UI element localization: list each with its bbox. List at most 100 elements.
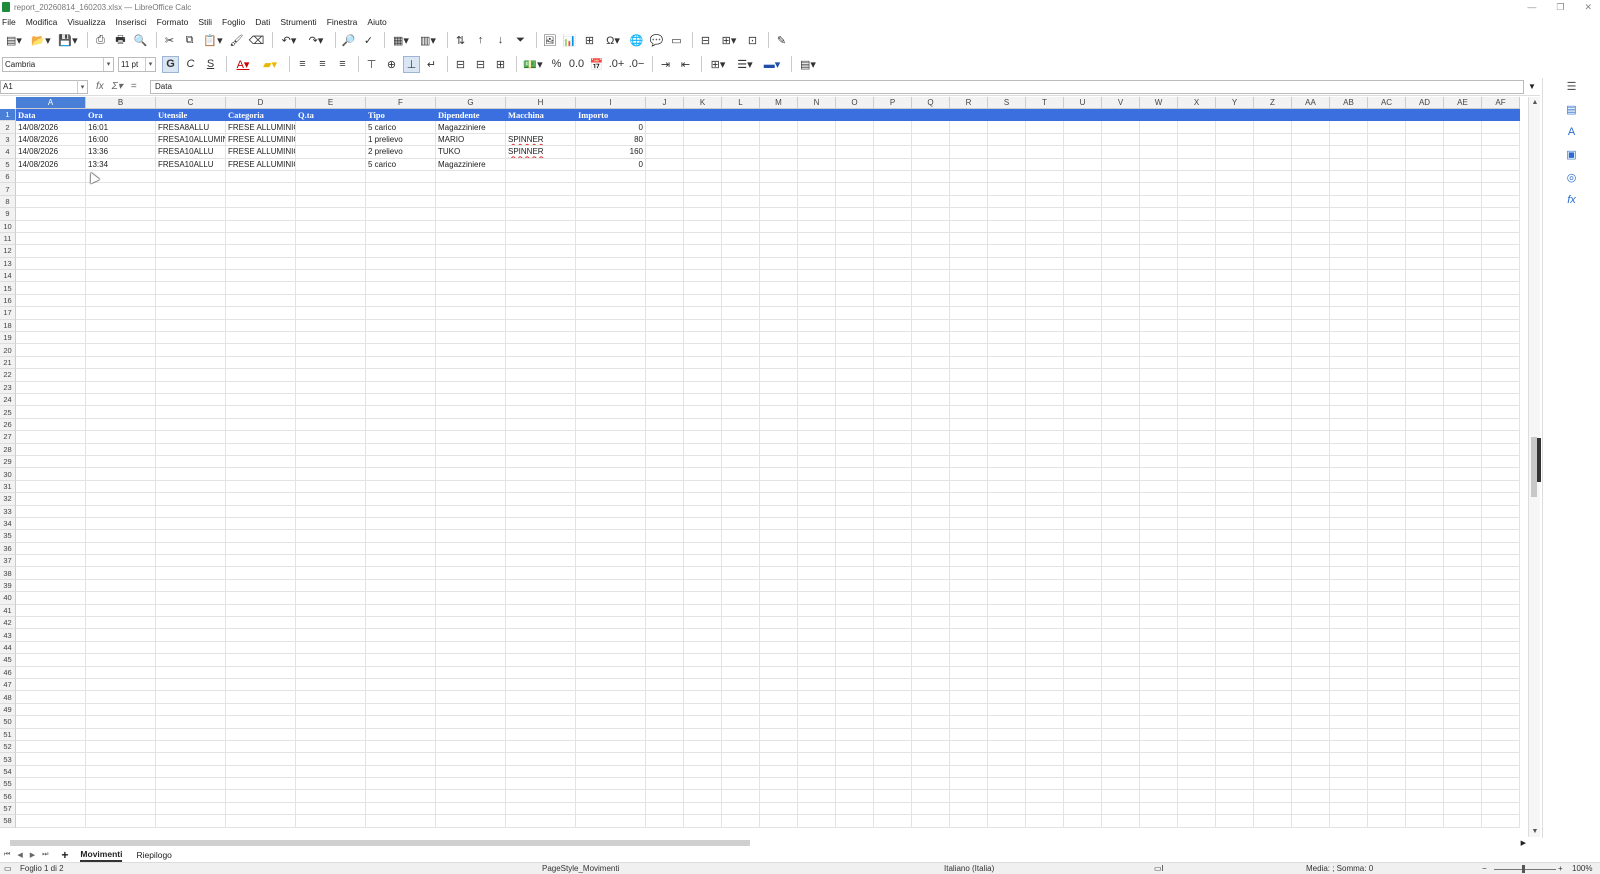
table-cell[interactable] bbox=[1482, 369, 1520, 382]
table-cell[interactable] bbox=[1482, 208, 1520, 221]
table-cell[interactable] bbox=[950, 703, 988, 717]
table-cell[interactable] bbox=[1140, 183, 1178, 196]
table-cell[interactable] bbox=[16, 344, 86, 357]
table-cell[interactable] bbox=[1216, 691, 1254, 704]
table-cell[interactable] bbox=[722, 666, 760, 679]
table-cell[interactable] bbox=[1064, 579, 1102, 593]
table-cell[interactable] bbox=[760, 319, 798, 333]
table-cell[interactable] bbox=[646, 133, 684, 147]
table-cell[interactable] bbox=[684, 802, 722, 816]
table-cell[interactable] bbox=[912, 666, 950, 679]
column-header[interactable]: Z bbox=[1254, 97, 1292, 109]
table-cell[interactable] bbox=[1254, 666, 1292, 679]
table-cell[interactable] bbox=[226, 654, 296, 667]
table-cell[interactable] bbox=[836, 208, 874, 221]
table-cell[interactable] bbox=[1254, 282, 1292, 295]
table-cell[interactable] bbox=[722, 765, 760, 779]
table-cell[interactable] bbox=[1102, 356, 1140, 370]
table-cell[interactable] bbox=[836, 716, 874, 729]
table-cell[interactable] bbox=[576, 592, 646, 605]
table-cell[interactable] bbox=[874, 641, 912, 655]
table-cell[interactable] bbox=[722, 257, 760, 271]
chevron-down-icon[interactable]: ▾ bbox=[103, 57, 113, 71]
table-cell[interactable] bbox=[156, 220, 226, 233]
table-cell[interactable] bbox=[1026, 604, 1064, 618]
table-cell[interactable] bbox=[1330, 468, 1368, 481]
new-document-icon[interactable]: ▤▾ bbox=[2, 32, 26, 49]
table-cell[interactable] bbox=[1254, 542, 1292, 556]
table-cell[interactable] bbox=[1026, 678, 1064, 692]
table-cell[interactable] bbox=[1216, 208, 1254, 221]
table-cell[interactable] bbox=[1178, 443, 1216, 456]
table-cell[interactable] bbox=[1406, 666, 1444, 679]
table-cell[interactable] bbox=[1216, 381, 1254, 394]
table-cell[interactable] bbox=[722, 356, 760, 370]
table-cell[interactable] bbox=[156, 654, 226, 667]
header-cell[interactable] bbox=[912, 109, 950, 122]
table-cell[interactable] bbox=[912, 418, 950, 432]
table-cell[interactable] bbox=[506, 393, 576, 407]
table-cell[interactable] bbox=[1140, 617, 1178, 630]
table-cell[interactable] bbox=[836, 617, 874, 630]
table-cell[interactable] bbox=[1026, 517, 1064, 531]
table-cell[interactable] bbox=[226, 691, 296, 704]
table-cell[interactable] bbox=[1482, 220, 1520, 233]
table-cell[interactable]: 0 bbox=[576, 121, 646, 134]
table-cell[interactable] bbox=[646, 592, 684, 605]
table-cell[interactable] bbox=[912, 257, 950, 271]
table-cell[interactable] bbox=[1026, 691, 1064, 704]
table-cell[interactable] bbox=[16, 356, 86, 370]
table-cell[interactable] bbox=[684, 629, 722, 642]
cut-icon[interactable]: ✂ bbox=[161, 32, 178, 49]
table-cell[interactable] bbox=[646, 183, 684, 196]
table-cell[interactable] bbox=[1178, 270, 1216, 283]
table-cell[interactable] bbox=[86, 493, 156, 506]
table-cell[interactable] bbox=[1140, 208, 1178, 221]
table-cell[interactable] bbox=[1482, 505, 1520, 518]
table-cell[interactable] bbox=[1178, 369, 1216, 382]
table-cell[interactable] bbox=[1026, 802, 1064, 816]
table-cell[interactable] bbox=[1406, 567, 1444, 580]
header-cell[interactable]: Categoria bbox=[226, 109, 296, 122]
table-cell[interactable] bbox=[684, 468, 722, 481]
table-cell[interactable] bbox=[86, 319, 156, 333]
table-cell[interactable] bbox=[506, 319, 576, 333]
table-cell[interactable] bbox=[436, 381, 506, 394]
table-cell[interactable] bbox=[798, 344, 836, 357]
table-cell[interactable] bbox=[798, 753, 836, 766]
row-header[interactable]: 39 bbox=[0, 579, 16, 593]
table-cell[interactable] bbox=[86, 232, 156, 246]
table-cell[interactable] bbox=[436, 332, 506, 345]
table-cell[interactable] bbox=[760, 294, 798, 308]
italic-button[interactable]: C bbox=[182, 56, 199, 73]
table-cell[interactable] bbox=[1216, 282, 1254, 295]
table-cell[interactable] bbox=[798, 790, 836, 803]
table-cell[interactable] bbox=[16, 245, 86, 258]
table-cell[interactable] bbox=[684, 356, 722, 370]
table-cell[interactable] bbox=[366, 765, 436, 779]
table-cell[interactable] bbox=[1026, 753, 1064, 766]
table-cell[interactable]: 14/08/2026 bbox=[16, 121, 86, 134]
table-cell[interactable] bbox=[912, 579, 950, 593]
table-cell[interactable] bbox=[366, 555, 436, 568]
table-cell[interactable] bbox=[1444, 604, 1482, 618]
table-cell[interactable] bbox=[226, 257, 296, 271]
column-header[interactable]: J bbox=[646, 97, 684, 109]
table-cell[interactable] bbox=[1292, 765, 1330, 779]
table-cell[interactable] bbox=[1368, 158, 1406, 171]
row-header[interactable]: 13 bbox=[0, 257, 16, 271]
table-cell[interactable] bbox=[1406, 369, 1444, 382]
table-cell[interactable] bbox=[988, 455, 1026, 469]
row-header[interactable]: 20 bbox=[0, 344, 16, 357]
table-cell[interactable] bbox=[156, 170, 226, 184]
table-cell[interactable] bbox=[1026, 468, 1064, 481]
table-cell[interactable] bbox=[366, 530, 436, 543]
table-cell[interactable] bbox=[296, 257, 366, 271]
table-cell[interactable] bbox=[506, 740, 576, 754]
table-cell[interactable] bbox=[646, 356, 684, 370]
table-cell[interactable] bbox=[722, 208, 760, 221]
last-sheet-icon[interactable]: ⏭ bbox=[42, 851, 48, 859]
table-cell[interactable] bbox=[1292, 802, 1330, 816]
table-cell[interactable] bbox=[436, 802, 506, 816]
table-cell[interactable] bbox=[988, 121, 1026, 134]
